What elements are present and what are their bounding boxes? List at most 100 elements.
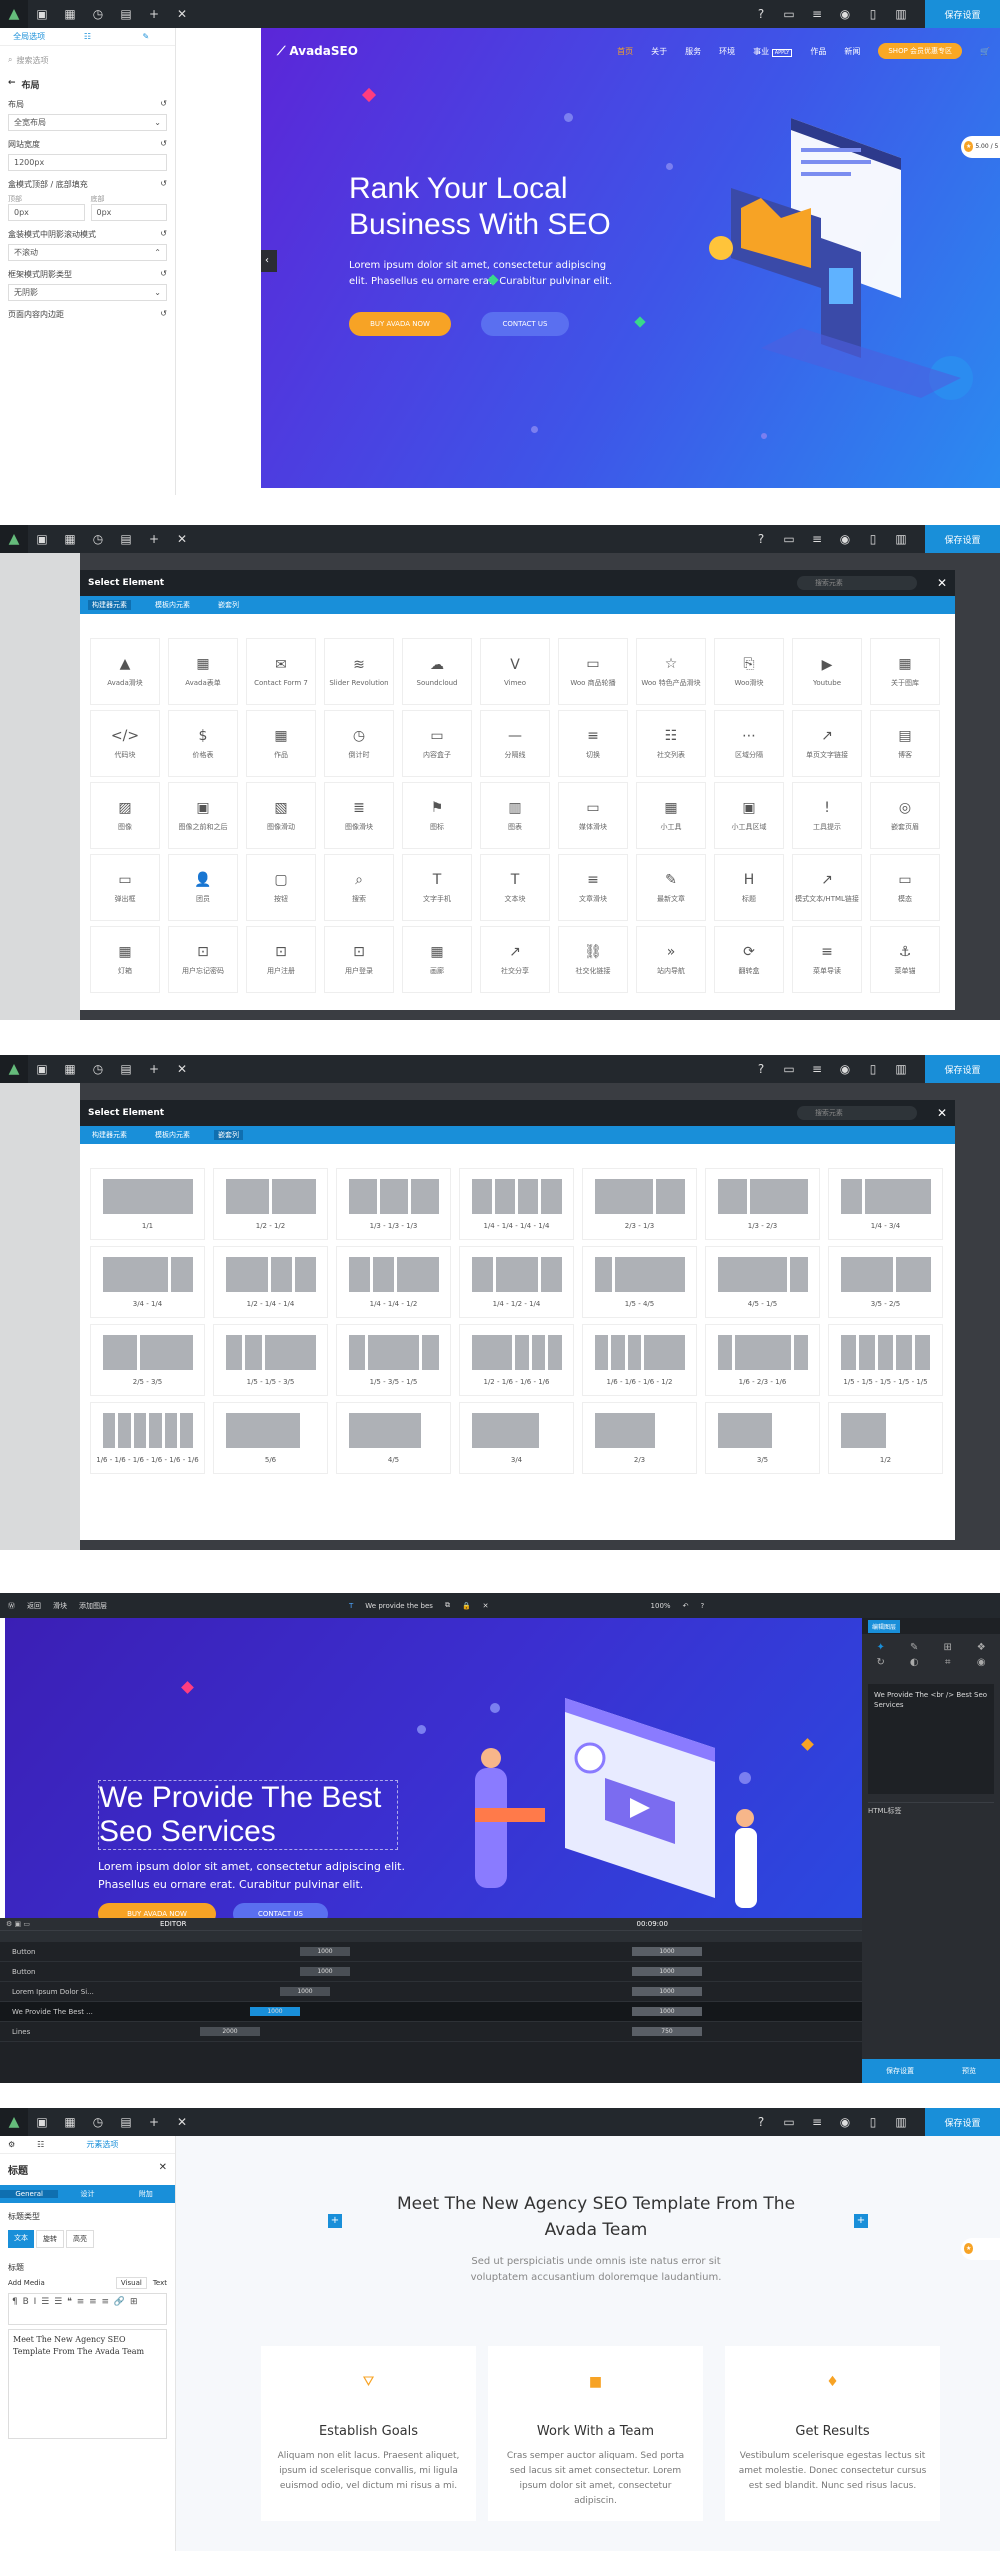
- element-item[interactable]: ≡ 菜单导读: [792, 926, 862, 993]
- tab-design[interactable]: 设计: [58, 2189, 116, 2199]
- layer-out-bar[interactable]: 1000: [632, 1967, 702, 1976]
- element-item[interactable]: ▲ Avada滑块: [90, 638, 160, 705]
- column-layout-item[interactable]: 3/4: [459, 1402, 574, 1474]
- nav-item-news[interactable]: 新闻: [844, 46, 860, 57]
- padding-bottom-input[interactable]: 0px: [90, 204, 167, 221]
- element-item[interactable]: ⚑ 图标: [402, 782, 472, 849]
- layer-text-editor[interactable]: We Provide The <br /> Best Seo Services: [868, 1684, 994, 1794]
- element-item[interactable]: ▢ 按钮: [246, 854, 316, 921]
- element-item[interactable]: ≡ 切换: [558, 710, 628, 777]
- site-width-input[interactable]: 1200px: [8, 154, 167, 171]
- element-item[interactable]: ✉ Contact Form 7: [246, 638, 316, 705]
- element-item[interactable]: ↗ 社交分享: [480, 926, 550, 993]
- close-icon[interactable]: ✕: [159, 2162, 167, 2177]
- reset-icon[interactable]: ↺: [160, 179, 167, 190]
- text-tab[interactable]: Text: [153, 2279, 167, 2287]
- history-icon[interactable]: ◷: [84, 525, 112, 553]
- library-icon[interactable]: ▦: [56, 0, 84, 28]
- column-layout-item[interactable]: 1/5 - 1/5 - 3/5: [213, 1324, 328, 1396]
- layer-out-bar[interactable]: 750: [632, 2027, 702, 2036]
- nav-item-home[interactable]: 首页: [617, 46, 633, 57]
- tab-builder-elements[interactable]: 构建器元素: [88, 1130, 131, 1140]
- document-icon[interactable]: ▯: [859, 525, 887, 553]
- server-icon[interactable]: ≡: [803, 1055, 831, 1083]
- heading-editor-content[interactable]: Meet The New Agency SEO Template From Th…: [8, 2329, 167, 2439]
- sidebar-icon[interactable]: ▥: [887, 0, 915, 28]
- trash-icon[interactable]: ✕: [168, 525, 196, 553]
- add-layer-button[interactable]: 添加图层: [79, 1601, 107, 1611]
- element-item[interactable]: ▨ 图像: [90, 782, 160, 849]
- tab-nested-columns[interactable]: 嵌套列: [214, 1130, 243, 1140]
- element-item[interactable]: ≣ 图像滑块: [324, 782, 394, 849]
- reset-icon[interactable]: ↺: [160, 99, 167, 110]
- column-layout-item[interactable]: 1/1: [90, 1168, 205, 1240]
- column-layout-item[interactable]: 1/5 - 4/5: [582, 1246, 697, 1318]
- column-layout-item[interactable]: 3/5: [705, 1402, 820, 1474]
- list-icon[interactable]: ☷: [37, 2140, 44, 2149]
- layer-visibility-icon[interactable]: ◉: [967, 1657, 997, 1668]
- undo-icon[interactable]: ↶: [683, 1602, 689, 1610]
- close-icon[interactable]: ✕: [937, 1106, 947, 1120]
- rating-badge[interactable]: ★ 5.00 / 5: [961, 136, 1000, 158]
- column-layout-item[interactable]: 1/4 - 3/4: [828, 1168, 943, 1240]
- layer-in-bar[interactable]: 1000: [280, 1987, 330, 1996]
- layer-style-icon[interactable]: ✎: [900, 1642, 930, 1653]
- desktop-icon[interactable]: ▭: [775, 525, 803, 553]
- site-logo[interactable]: ⟋ AvadaSEO: [277, 44, 358, 59]
- layer-out-bar[interactable]: 1000: [632, 2007, 702, 2016]
- layout-select[interactable]: 全宽布局 ⌄: [8, 114, 167, 131]
- slide-canvas[interactable]: We Provide The Best Seo Services Lorem i…: [5, 1618, 863, 1918]
- avada-logo-icon[interactable]: ▲: [0, 1055, 28, 1083]
- document-icon[interactable]: ▯: [859, 1055, 887, 1083]
- tab-general[interactable]: General: [0, 2190, 59, 2198]
- timeline-layer-row[interactable]: Button 1000 1000: [0, 1962, 862, 1982]
- wordpress-icon[interactable]: Ⓦ: [8, 1601, 15, 1611]
- element-item[interactable]: — 分隔线: [480, 710, 550, 777]
- element-item[interactable]: ▥ 图表: [480, 782, 550, 849]
- slider-save-button[interactable]: 保存设置: [886, 2066, 914, 2076]
- element-item[interactable]: ↗ 单页文字链接: [792, 710, 862, 777]
- add-column-button[interactable]: +: [328, 2214, 342, 2228]
- element-item[interactable]: ⋯ 区域分隔: [714, 710, 784, 777]
- trash-icon[interactable]: ✕: [168, 0, 196, 28]
- zoom-level[interactable]: 100%: [651, 1602, 671, 1610]
- timeline-layer-row[interactable]: We Provide The Best ... 1000 1000: [0, 2002, 862, 2022]
- add-icon[interactable]: +: [140, 525, 168, 553]
- trash-icon[interactable]: ✕: [483, 1602, 489, 1610]
- help-icon[interactable]: ?: [700, 1602, 704, 1610]
- element-item[interactable]: ◷ 倒计时: [324, 710, 394, 777]
- save-button[interactable]: 保存设置: [925, 2108, 1000, 2136]
- cart-icon[interactable]: 🛒: [980, 47, 990, 56]
- preview-eye-icon[interactable]: ◉: [831, 525, 859, 553]
- contact-us-button[interactable]: CONTACT US: [481, 312, 569, 336]
- slider-button[interactable]: 滑块: [53, 1601, 67, 1611]
- nav-item-services[interactable]: 服务: [685, 46, 701, 57]
- element-item[interactable]: ⟳ 翻转盒: [714, 926, 784, 993]
- element-item[interactable]: ⎘ Woo滑块: [714, 638, 784, 705]
- element-item[interactable]: ✎ 最新文章: [636, 854, 706, 921]
- server-icon[interactable]: ≡: [803, 525, 831, 553]
- element-item[interactable]: ⊡ 用户登录: [324, 926, 394, 993]
- history-icon[interactable]: ◷: [84, 0, 112, 28]
- layer-loop-icon[interactable]: ↻: [866, 1657, 896, 1668]
- avada-logo-icon[interactable]: ▲: [0, 0, 28, 28]
- settings-icon[interactable]: ⚙: [8, 2140, 15, 2149]
- reset-icon[interactable]: ↺: [160, 309, 167, 320]
- sidebar-toggle-icon[interactable]: ▣: [28, 2108, 56, 2136]
- library-icon[interactable]: ▦: [56, 525, 84, 553]
- column-layout-item[interactable]: 4/5: [336, 1402, 451, 1474]
- element-item[interactable]: » 站内导航: [636, 926, 706, 993]
- element-item[interactable]: 👤 团员: [168, 854, 238, 921]
- column-layout-item[interactable]: 1/4 - 1/4 - 1/4 - 1/4: [459, 1168, 574, 1240]
- column-layout-item[interactable]: 1/5 - 1/5 - 1/5 - 1/5 - 1/5: [828, 1324, 943, 1396]
- shadow-scroll-select[interactable]: 不滚动 ⌃: [8, 244, 167, 261]
- element-item[interactable]: V Vimeo: [480, 638, 550, 705]
- element-item[interactable]: ▭ 内容盒子: [402, 710, 472, 777]
- element-item[interactable]: ↗ 模式文本/HTML链接: [792, 854, 862, 921]
- layer-content-icon[interactable]: ✦: [866, 1642, 896, 1653]
- reset-icon[interactable]: ↺: [160, 229, 167, 240]
- sidebar-icon[interactable]: ▥: [887, 2108, 915, 2136]
- element-search-input[interactable]: 搜索元素: [796, 576, 917, 590]
- element-item[interactable]: ◎ 嵌套页眉: [870, 782, 940, 849]
- add-media-button[interactable]: Add Media: [8, 2279, 45, 2287]
